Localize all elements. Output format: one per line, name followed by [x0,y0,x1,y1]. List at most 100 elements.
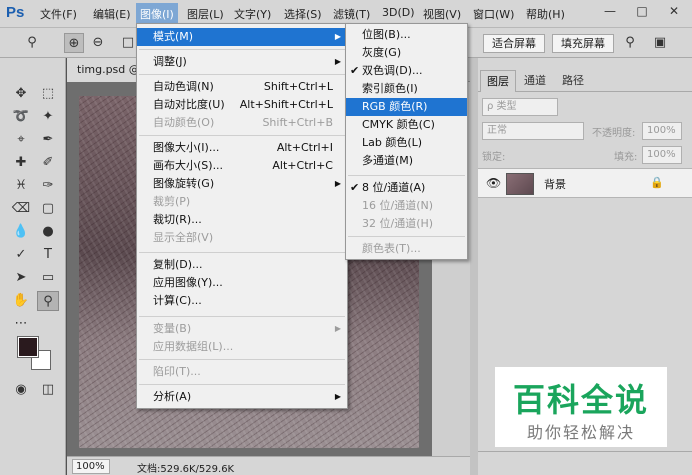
checkmark-icon: ✔ [350,64,360,77]
menu-separator [139,74,345,75]
layer-row[interactable]: 👁 背景 🔒 [478,168,692,198]
image-menu-dropdown: 模式(M) ▶ 调整(J) ▶ 自动色调(N) Shift+Ctrl+L 自动对比度(U) A… [136,23,348,409]
gradient-tool-icon[interactable]: ▢ [37,199,59,219]
menu-file[interactable]: 文件(F) [38,6,79,22]
mode-menu-item[interactable]: ✔ 8 位/通道(A) [346,179,467,197]
workspace-icon[interactable]: ▣ [650,33,670,53]
image-menu-item[interactable]: 裁切(R)... [137,211,347,229]
close-icon[interactable]: ✕ [662,2,686,20]
lasso-tool-icon[interactable]: ➰ [10,107,32,127]
visibility-eye-icon[interactable]: 👁 [486,176,501,190]
minimize-icon[interactable]: — [598,2,622,20]
menu-layer[interactable]: 图层(L) [185,6,226,22]
tab-paths[interactable]: 路径 [556,70,590,92]
menu-view[interactable]: 视图(V) [421,6,463,22]
magic-wand-tool-icon[interactable]: ✦ [37,107,59,127]
image-menu-item[interactable]: 裁剪(P) [137,193,347,211]
blur-tool-icon[interactable]: 💧 [10,222,32,242]
mode-menu-item[interactable]: 索引颜色(I) [346,80,467,98]
mode-menu-item[interactable]: Lab 颜色(L) [346,134,467,152]
move-tool-icon[interactable]: ✥ [10,84,32,104]
image-menu-item[interactable]: 自动颜色(O) Shift+Ctrl+B [137,114,347,132]
fill-field[interactable]: 100% [642,146,682,164]
zoom-out-icon[interactable]: ⊖ [88,33,108,53]
image-menu-item[interactable]: 陷印(T)... [137,363,347,381]
zoom-tool-icon[interactable]: ⚲ [22,33,42,53]
menu-item-label: 8 位/通道(A) [362,181,426,194]
layer-filter-select[interactable]: ρ 类型 [482,98,558,116]
screen-mode-icon[interactable]: ◫ [37,380,59,400]
image-menu-item[interactable]: 自动对比度(U) Alt+Shift+Ctrl+L [137,96,347,114]
image-menu-item[interactable]: 模式(M) ▶ [137,28,347,46]
maximize-icon[interactable]: □ [630,2,654,20]
pen-tool-icon[interactable]: ✓ [10,245,32,265]
history-brush-icon[interactable]: ✑ [37,176,59,196]
image-menu-item[interactable]: 图像大小(I)... Alt+Ctrl+I [137,139,347,157]
menu-item-label: 模式(M) [153,30,194,43]
zoom-in-icon[interactable]: ⊕ [64,33,84,53]
tab-channels[interactable]: 通道 [518,70,552,92]
zoom-level-field[interactable]: 100% [72,459,110,474]
eraser-tool-icon[interactable]: ⌫ [10,199,32,219]
blend-mode-select[interactable]: 正常 [482,122,584,140]
mode-menu-item[interactable]: 多通道(M) [346,152,467,170]
image-menu-item[interactable]: 画布大小(S)... Alt+Ctrl+C [137,157,347,175]
menu-separator [139,252,345,253]
crop-tool-icon[interactable]: ⌖ [10,130,32,150]
image-menu-item[interactable]: 显示全部(V) [137,229,347,247]
mode-menu-item[interactable]: 灰度(G) [346,44,467,62]
panel-collapse-strip[interactable] [470,58,478,475]
type-tool-icon[interactable]: T [37,245,59,265]
image-menu-item[interactable]: 应用数据组(L)... [137,338,347,356]
menu-3d[interactable]: 3D(D) [380,6,417,19]
mode-menu-item[interactable]: 位图(B)... [346,26,467,44]
dodge-tool-icon[interactable]: ● [37,222,59,242]
fit-screen-button[interactable]: 适合屏幕 [483,34,545,53]
menu-help[interactable]: 帮助(H) [524,6,567,22]
menu-item-shortcut: Alt+Ctrl+C [272,159,333,172]
opacity-field[interactable]: 100% [642,122,682,140]
checkbox-icon[interactable]: □ [118,33,138,53]
image-menu-item[interactable]: 应用图像(Y)... [137,274,347,292]
mode-menu-item[interactable]: RGB 颜色(R) [346,98,467,116]
submenu-arrow-icon: ▶ [334,57,341,66]
hand-tool-icon[interactable]: ✋ [10,291,32,311]
mode-menu-item[interactable]: 颜色表(T)... [346,240,467,258]
brush-tool-icon[interactable]: ✐ [37,153,59,173]
zoom-tool-selected-icon[interactable]: ⚲ [37,291,59,311]
menu-select[interactable]: 选择(S) [282,6,324,22]
menu-type[interactable]: 文字(Y) [232,6,273,22]
stamp-tool-icon[interactable]: ♓ [10,176,32,196]
image-menu-item[interactable]: 计算(C)... [137,292,347,310]
menu-item-shortcut: Shift+Ctrl+L [263,80,333,93]
image-menu-item[interactable]: 复制(D)... [137,256,347,274]
image-menu-item[interactable]: 图像旋转(G) ▶ [137,175,347,193]
image-menu-item[interactable]: 自动色调(N) Shift+Ctrl+L [137,78,347,96]
menu-item-label: 调整(J) [153,55,187,68]
more-tools-icon[interactable]: ⋯ [10,314,32,334]
mode-menu-item[interactable]: 32 位/通道(H) [346,215,467,233]
lock-label: 锁定: [482,152,506,163]
document-tab[interactable]: timg.psd @ [67,58,139,82]
image-menu-item[interactable]: 调整(J) ▶ [137,53,347,71]
mode-menu-item[interactable]: CMYK 颜色(C) [346,116,467,134]
menu-edit[interactable]: 编辑(E) [91,6,133,22]
mode-menu-item[interactable]: ✔ 双色调(D)... [346,62,467,80]
quick-mask-icon[interactable]: ◉ [10,380,32,400]
marquee-tool-icon[interactable]: ⬚ [37,84,59,104]
image-menu-item[interactable]: 变量(B) ▶ [137,320,347,338]
foreground-color-swatch[interactable] [17,336,39,358]
image-menu-item[interactable]: 分析(A) ▶ [137,388,347,406]
search-icon[interactable]: ⚲ [620,33,640,53]
status-bar: 100% 文档:529.6K/529.6K [67,456,470,475]
menu-filter[interactable]: 滤镜(T) [331,6,372,22]
fill-screen-button[interactable]: 填充屏幕 [552,34,614,53]
tab-layers[interactable]: 图层 [480,70,516,92]
mode-menu-item[interactable]: 16 位/通道(N) [346,197,467,215]
eyedropper-tool-icon[interactable]: ✒ [37,130,59,150]
menu-window[interactable]: 窗口(W) [471,6,516,22]
menu-image[interactable]: 图像(I) [136,3,178,25]
healing-tool-icon[interactable]: ✚ [10,153,32,173]
path-select-icon[interactable]: ➤ [10,268,32,288]
rectangle-tool-icon[interactable]: ▭ [37,268,59,288]
